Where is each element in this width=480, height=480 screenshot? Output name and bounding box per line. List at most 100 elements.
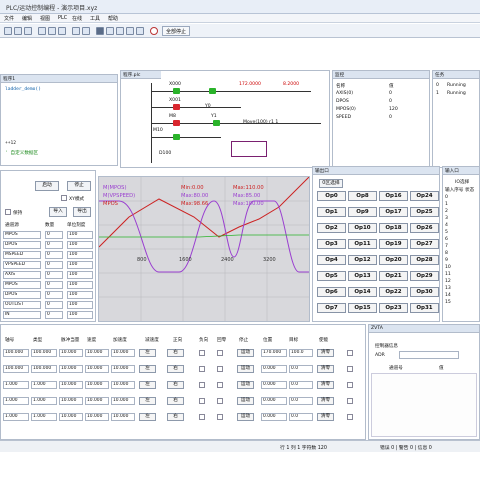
- channel-scale-input[interactable]: 100: [67, 251, 93, 259]
- contact-m8[interactable]: [173, 120, 180, 126]
- function-block[interactable]: [231, 141, 267, 157]
- axis-speed-input[interactable]: 10.000: [59, 349, 83, 357]
- copy-icon[interactable]: [48, 27, 56, 35]
- output-button[interactable]: Op6: [317, 287, 346, 297]
- menu-tools[interactable]: 工具: [90, 15, 100, 22]
- axis-forward-button[interactable]: 左: [139, 413, 156, 421]
- contact-y1[interactable]: [213, 120, 220, 126]
- axis-enable-checkbox[interactable]: [347, 382, 353, 388]
- axis-speed-input[interactable]: 10.000: [59, 413, 83, 421]
- ladder-tab[interactable]: 程序.plc: [121, 71, 161, 79]
- axis-zero-button[interactable]: 清零: [317, 381, 334, 389]
- output-button[interactable]: Op5: [317, 271, 346, 281]
- output-button[interactable]: Op4: [317, 255, 346, 265]
- output-button[interactable]: Op17: [379, 207, 408, 217]
- output-button[interactable]: Op29: [410, 271, 439, 281]
- axis-run-button[interactable]: 运动: [237, 349, 254, 357]
- axis-forward-button[interactable]: 左: [139, 365, 156, 373]
- axis-forward-button[interactable]: 左: [139, 397, 156, 405]
- axis-speed-input[interactable]: 10.000: [59, 397, 83, 405]
- axis-forward-button[interactable]: 左: [139, 381, 156, 389]
- open-folder-icon[interactable]: [14, 27, 22, 35]
- axis-target-input[interactable]: 0.0: [289, 365, 313, 373]
- channel-num-input[interactable]: 0: [45, 241, 63, 249]
- stop-circle-icon[interactable]: [150, 27, 158, 35]
- axis-run-button[interactable]: 运动: [237, 381, 254, 389]
- output-button[interactable]: Op7: [317, 303, 346, 313]
- axis-run-button[interactable]: 运动: [237, 397, 254, 405]
- axis-stop-checkbox[interactable]: [217, 350, 223, 356]
- axis-enable-checkbox[interactable]: [347, 414, 353, 420]
- controller-field-input[interactable]: [399, 351, 459, 359]
- menu-file[interactable]: 文件: [4, 15, 14, 22]
- axis-decel-input[interactable]: 10.000: [111, 413, 135, 421]
- channel-num-input[interactable]: 0: [45, 281, 63, 289]
- output-button[interactable]: Op28: [410, 255, 439, 265]
- channel-scale-input[interactable]: 100: [67, 281, 93, 289]
- channel-source-select[interactable]: MSPEED: [3, 251, 41, 259]
- output-button[interactable]: Op11: [348, 239, 377, 249]
- channel-scale-input[interactable]: 100: [67, 271, 93, 279]
- channel-source-select[interactable]: VPSPEED: [3, 261, 41, 269]
- menu-edit[interactable]: 编辑: [22, 15, 32, 22]
- axis-backward-button[interactable]: 右: [167, 365, 184, 373]
- axis-pulse-input[interactable]: 1.000: [31, 381, 57, 389]
- output-button[interactable]: Op26: [410, 223, 439, 233]
- stop-all-button[interactable]: 全部停止: [162, 26, 191, 36]
- axis-zero-button[interactable]: 清零: [317, 349, 334, 357]
- redo-icon[interactable]: [82, 27, 90, 35]
- axis-decel-input[interactable]: 10.000: [111, 349, 135, 357]
- axis-speed-input[interactable]: 10.000: [59, 381, 83, 389]
- output-button[interactable]: Op19: [379, 239, 408, 249]
- channel-scale-input[interactable]: 100: [67, 291, 93, 299]
- channel-source-select[interactable]: MPOS: [3, 231, 41, 239]
- axis-units-input[interactable]: 1.000: [3, 413, 29, 421]
- run-icon[interactable]: [116, 27, 124, 35]
- axis-stop-checkbox[interactable]: [217, 414, 223, 420]
- channel-scale-input[interactable]: 100: [67, 261, 93, 269]
- xy-mode-checkbox[interactable]: [61, 195, 67, 201]
- axis-accel-input[interactable]: 10.000: [85, 365, 109, 373]
- output-button[interactable]: Op20: [379, 255, 408, 265]
- channel-source-select[interactable]: DPOS: [3, 291, 41, 299]
- output-button[interactable]: Op3: [317, 239, 346, 249]
- output-button[interactable]: Op25: [410, 207, 439, 217]
- channel-num-input[interactable]: 0: [45, 311, 63, 319]
- axis-accel-input[interactable]: 10.000: [85, 349, 109, 357]
- output-button[interactable]: Op15: [348, 303, 377, 313]
- axis-enable-checkbox[interactable]: [347, 366, 353, 372]
- axis-accel-input[interactable]: 10.000: [85, 413, 109, 421]
- axis-decel-input[interactable]: 10.000: [111, 381, 135, 389]
- output-button[interactable]: Op24: [410, 191, 439, 201]
- output-button[interactable]: Op14: [348, 287, 377, 297]
- axis-zero-button[interactable]: 清零: [317, 365, 334, 373]
- axis-position-input[interactable]: 170.000: [261, 349, 287, 357]
- contact-m10[interactable]: [173, 134, 180, 140]
- axis-backward-button[interactable]: 右: [167, 397, 184, 405]
- contact-x000-b[interactable]: [209, 88, 216, 94]
- output-button[interactable]: Op21: [379, 271, 408, 281]
- axis-home-checkbox[interactable]: [199, 414, 205, 420]
- axis-accel-input[interactable]: 10.000: [85, 381, 109, 389]
- axis-decel-input[interactable]: 10.000: [111, 397, 135, 405]
- output-button[interactable]: Op9: [348, 207, 377, 217]
- axis-zero-button[interactable]: 清零: [317, 397, 334, 405]
- hold-checkbox[interactable]: [5, 209, 11, 215]
- axis-run-button[interactable]: 运动: [237, 413, 254, 421]
- axis-speed-input[interactable]: 10.000: [59, 365, 83, 373]
- channel-source-select[interactable]: DPOS: [3, 241, 41, 249]
- axis-units-input[interactable]: 1.000: [3, 397, 29, 405]
- axis-position-input[interactable]: 0.000: [261, 365, 287, 373]
- axis-backward-button[interactable]: 右: [167, 381, 184, 389]
- output-button[interactable]: Op18: [379, 223, 408, 233]
- axis-target-input[interactable]: 0.0: [289, 413, 313, 421]
- axis-stop-checkbox[interactable]: [217, 398, 223, 404]
- output-button[interactable]: Op10: [348, 223, 377, 233]
- contact-x000[interactable]: [173, 88, 180, 94]
- output-button[interactable]: Op27: [410, 239, 439, 249]
- axis-run-button[interactable]: 运动: [237, 365, 254, 373]
- channel-source-select[interactable]: IN: [3, 311, 41, 319]
- axis-position-input[interactable]: 0.000: [261, 381, 287, 389]
- channel-num-input[interactable]: 0: [45, 251, 63, 259]
- channel-scale-input[interactable]: 100: [67, 301, 93, 309]
